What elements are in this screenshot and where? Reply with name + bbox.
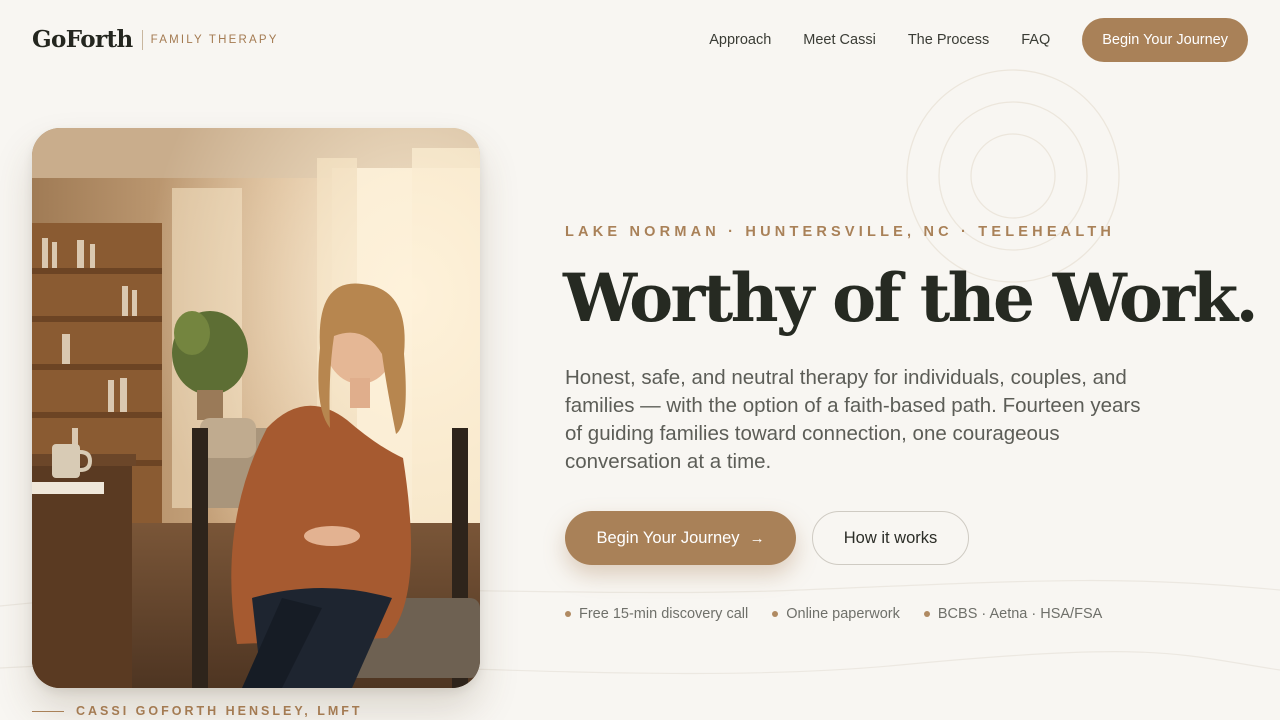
nav-link-faq[interactable]: FAQ [1021,32,1050,48]
hero-headline: Worthy of the Work. [563,259,1259,337]
bullet-dot-icon [565,611,571,617]
caption-text: CASSI GOFORTH HENSLEY, LMFT [76,704,363,718]
logo-tagline: FAMILY THERAPY [150,33,279,46]
main-nav: Approach Meet Cassi The Process FAQ Begi… [677,18,1248,62]
trust-badges: Free 15-min discovery call Online paperw… [565,606,1126,622]
header-cta-button[interactable]: Begin Your Journey [1082,18,1248,62]
nav-link-approach[interactable]: Approach [709,32,771,48]
badge-online-paperwork: Online paperwork [772,606,900,622]
begin-journey-label: Begin Your Journey [596,528,740,547]
hero-description: Honest, safe, and neutral therapy for in… [565,366,1141,473]
arrow-right-icon: → [749,529,765,547]
logo[interactable]: GoForth FAMILY THERAPY [32,26,279,53]
bullet-dot-icon [772,611,779,617]
badge-label: Free 15-min discovery call [579,606,749,622]
photo-caption: CASSI GOFORTH HENSLEY, LMFT [32,704,363,718]
how-it-works-button[interactable]: How it works [812,511,969,565]
begin-journey-button[interactable]: Begin Your Journey → [565,511,796,565]
therapist-photo [32,128,480,688]
nav-link-meet-cassi[interactable]: Meet Cassi [803,32,876,48]
bullet-dot-icon [923,611,930,617]
logo-divider [141,29,143,50]
badge-discovery-call: Free 15-min discovery call [565,606,748,622]
badge-insurance: BCBS · Aetna · HSA/FSA [923,606,1103,622]
hero-eyebrow: LAKE NORMAN · HUNTERSVILLE, NC · TELEHEA… [565,224,1116,240]
logo-wordmark: GoForth [32,26,133,53]
nav-link-the-process[interactable]: The Process [908,32,989,48]
badge-label: BCBS · Aetna · HSA/FSA [937,606,1103,622]
badge-label: Online paperwork [786,606,900,622]
caption-rule [32,710,64,712]
